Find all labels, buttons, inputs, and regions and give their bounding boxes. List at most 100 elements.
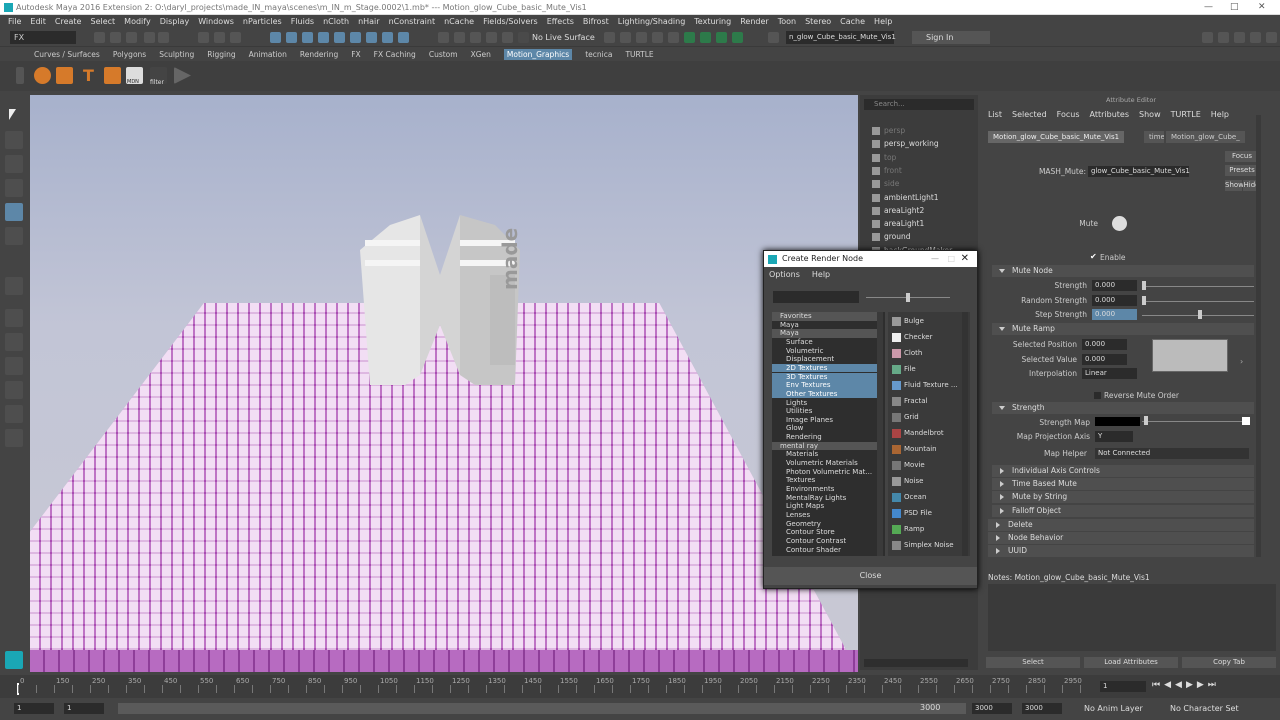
selected-value-field[interactable]: 0.000 <box>1082 354 1127 365</box>
render-node-item[interactable]: Mandelbrot <box>890 426 958 441</box>
select-by-object-icon[interactable] <box>214 32 225 43</box>
select-curves-icon[interactable] <box>318 32 329 43</box>
tree-scrollbar[interactable] <box>877 312 883 556</box>
menu-nhair[interactable]: nHair <box>358 17 380 26</box>
uuid-section[interactable]: UUID <box>988 545 1254 557</box>
menu-texturing[interactable]: Texturing <box>694 17 731 26</box>
mash-svg-icon[interactable] <box>104 67 121 84</box>
node-category-item[interactable]: Environments <box>772 485 877 494</box>
render-node-item[interactable]: Noise <box>890 474 958 489</box>
select-surfaces-icon[interactable] <box>334 32 345 43</box>
random-strength-slider[interactable] <box>1142 301 1254 302</box>
render-settings-icon[interactable] <box>604 32 615 43</box>
close-button[interactable]: Close <box>764 567 977 585</box>
node-category-item[interactable]: Surface <box>772 338 877 347</box>
attr-menu-focus[interactable]: Focus <box>1057 110 1080 119</box>
attr-menu-attributes[interactable]: Attributes <box>1090 110 1130 119</box>
render-node-item[interactable]: Ocean <box>890 490 958 505</box>
attribute-editor-scrollbar[interactable] <box>1256 115 1261 557</box>
node-category-item[interactable]: Glow <box>772 424 877 433</box>
map-projection-axis-dropdown[interactable]: Y <box>1095 431 1133 442</box>
last-tool-icon[interactable] <box>5 277 23 295</box>
node-category-item[interactable]: Favorites <box>772 312 877 321</box>
menu-ncloth[interactable]: nCloth <box>323 17 349 26</box>
arnold-render-icon[interactable] <box>700 32 711 43</box>
lasso-tool-icon[interactable] <box>5 131 23 149</box>
range-bar[interactable] <box>118 703 966 714</box>
menu-fluids[interactable]: Fluids <box>291 17 314 26</box>
random-strength-slider-handle[interactable] <box>1142 296 1146 305</box>
playback-controls[interactable]: ⏮◀◀▶▶⏭ <box>1152 680 1220 690</box>
menu-nparticles[interactable]: nParticles <box>243 17 282 26</box>
dialog-menu-help[interactable]: Help <box>812 270 830 279</box>
menu-windows[interactable]: Windows <box>198 17 234 26</box>
select-by-hierarchy-icon[interactable] <box>198 32 209 43</box>
menu-ncache[interactable]: nCache <box>444 17 474 26</box>
attr-menu-selected[interactable]: Selected <box>1012 110 1047 119</box>
menu-file[interactable]: File <box>8 17 21 26</box>
node-category-item[interactable]: Maya <box>772 329 877 338</box>
attribute-editor-toggle-icon[interactable] <box>1234 32 1245 43</box>
enable-checkbox[interactable]: ✔ <box>1090 253 1098 261</box>
node-category-item[interactable]: Image Planes <box>772 416 877 425</box>
focus-button[interactable]: Focus <box>1225 151 1259 162</box>
render-view-icon[interactable] <box>652 32 663 43</box>
render-node-item[interactable]: Bulge <box>890 314 958 329</box>
playback-start-field[interactable]: 1 <box>64 703 104 714</box>
individual-axis-controls-section[interactable]: Individual Axis Controls <box>992 465 1254 477</box>
node-category-item[interactable]: Light Maps <box>772 502 877 511</box>
node-category-item[interactable]: Volumetric Materials <box>772 459 877 468</box>
menu-create[interactable]: Create <box>55 17 82 26</box>
strength-section[interactable]: Strength <box>992 402 1254 414</box>
channel-box-vertical-tab[interactable] <box>1268 100 1278 190</box>
menu-cache[interactable]: Cache <box>840 17 865 26</box>
node-category-item[interactable]: Displacement <box>772 355 877 364</box>
sign-in-button[interactable]: Sign In <box>912 31 990 44</box>
shelf-tab-fx-caching[interactable]: FX Caching <box>374 50 416 59</box>
render-node-item[interactable]: Fractal <box>890 394 958 409</box>
icon-size-slider-handle[interactable] <box>906 293 910 302</box>
render-node-item[interactable]: Ramp <box>890 522 958 537</box>
mental-ray-icon[interactable] <box>684 32 695 43</box>
save-scene-icon[interactable] <box>126 32 137 43</box>
step-strength-field[interactable]: 0.000 <box>1092 309 1137 320</box>
attr-tab[interactable]: time1 <box>1144 131 1164 143</box>
node-category-item[interactable]: Contour Store <box>772 528 877 537</box>
object-name-field[interactable]: n_glow_Cube_basic_Mute_Vis1 <box>786 31 896 44</box>
redo-icon[interactable] <box>158 32 169 43</box>
list-scrollbar[interactable] <box>962 312 968 556</box>
map-helper-field[interactable]: Not Connected <box>1095 448 1249 459</box>
mash-type-icon[interactable]: T <box>80 67 97 84</box>
node-category-item[interactable]: Textures <box>772 476 877 485</box>
attr-load-attributes-button[interactable]: Load Attributes <box>1084 657 1178 668</box>
outliner-horizontal-scrollbar[interactable] <box>864 659 968 667</box>
mute-ramp-graph[interactable] <box>1152 339 1228 372</box>
snap-curve-icon[interactable] <box>454 32 465 43</box>
render-node-item[interactable]: PSD File <box>890 506 958 521</box>
shelf-tab-sculpting[interactable]: Sculpting <box>159 50 194 59</box>
character-controls-icon[interactable] <box>1218 32 1229 43</box>
random-strength-field[interactable]: 0.000 <box>1092 295 1137 306</box>
modeling-toolkit-icon[interactable] <box>1202 32 1213 43</box>
time-based-mute-section[interactable]: Time Based Mute <box>992 478 1254 490</box>
shelf-menu-icon[interactable] <box>16 67 24 84</box>
menu-fields-solvers[interactable]: Fields/Solvers <box>483 17 538 26</box>
falloff-object-section[interactable]: Falloff Object <box>992 505 1254 517</box>
shelf-tab-rigging[interactable]: Rigging <box>207 50 235 59</box>
render-node-item[interactable]: Simplex Noise <box>890 538 958 553</box>
outliner-item[interactable]: ground <box>872 231 911 243</box>
menu-toon[interactable]: Toon <box>778 17 796 26</box>
ipr-render-icon[interactable] <box>636 32 647 43</box>
outliner-item[interactable]: ambientLight1 <box>872 192 939 204</box>
render-sequence-icon[interactable] <box>716 32 727 43</box>
strength-field[interactable]: 0.000 <box>1092 280 1137 291</box>
attr-menu-list[interactable]: List <box>988 110 1002 119</box>
node-category-item[interactable]: Rendering <box>772 433 877 442</box>
input-line-icon[interactable] <box>768 32 779 43</box>
menu-help[interactable]: Help <box>874 17 892 26</box>
minimize-icon[interactable]: — <box>1204 0 1213 15</box>
render-frame-icon[interactable] <box>620 32 631 43</box>
select-by-component-icon[interactable] <box>230 32 241 43</box>
mash-play-icon[interactable] <box>174 67 191 84</box>
menu-stereo[interactable]: Stereo <box>805 17 831 26</box>
